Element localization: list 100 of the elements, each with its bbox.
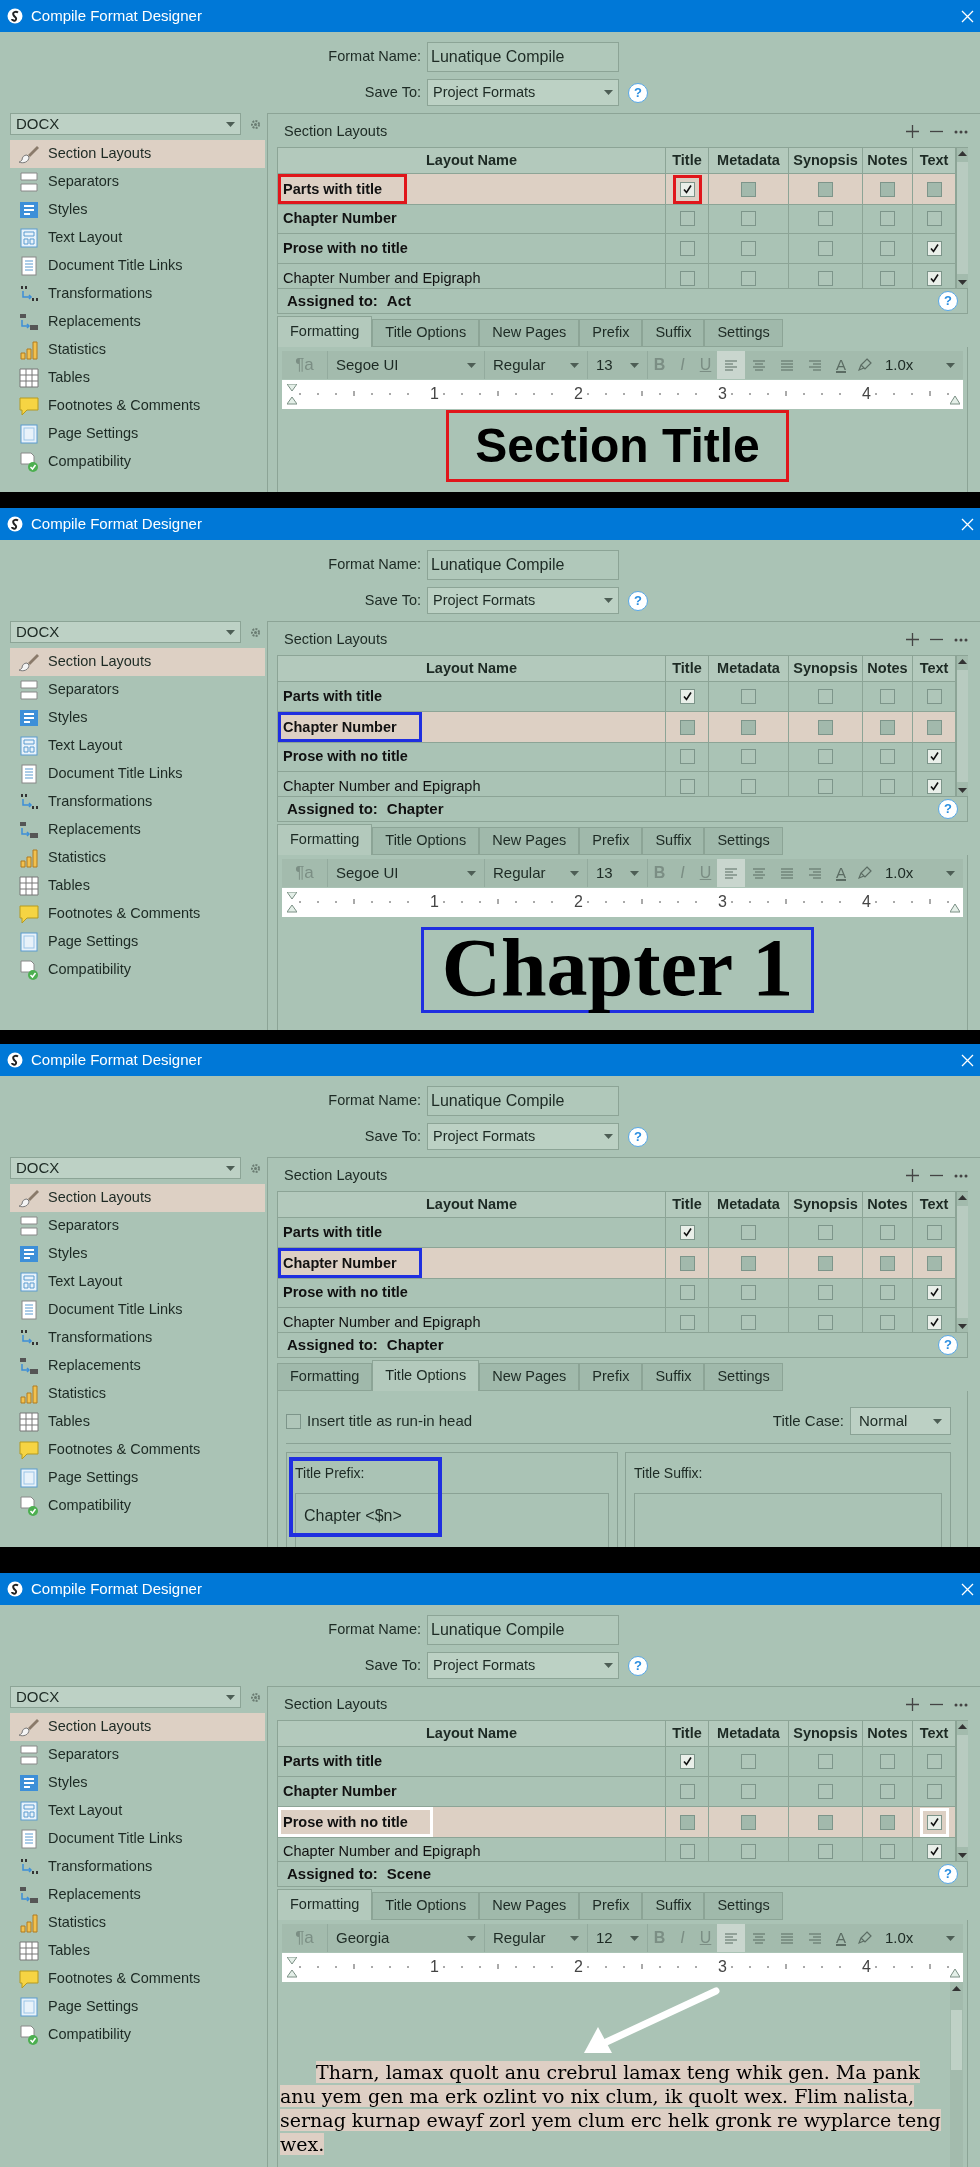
sidebar-item[interactable]: Section Layouts [10,140,265,168]
format-name-field[interactable]: Lunatique Compile [427,1086,619,1116]
sidebar-item[interactable]: Replacements [10,816,265,844]
align-left-button[interactable] [717,859,745,887]
checkbox[interactable] [818,1844,833,1859]
save-to-dropdown[interactable]: Project Formats [427,79,619,106]
checkbox[interactable] [926,211,942,226]
sidebar-item[interactable]: Tables [10,364,265,392]
settings-icon[interactable] [249,117,262,131]
checkbox[interactable] [741,749,756,764]
checkbox[interactable] [741,1844,756,1859]
checkbox[interactable] [818,271,833,286]
checkbox[interactable] [741,689,756,704]
indent-marker-icon[interactable] [287,892,297,913]
checkbox[interactable] [679,211,695,226]
more-icon[interactable] [954,637,968,642]
sidebar-item[interactable]: Statistics [10,844,265,872]
checkbox[interactable] [741,181,756,197]
sidebar-item[interactable]: Document Title Links [10,1296,265,1324]
checkbox[interactable] [679,1225,695,1240]
tab[interactable]: New Pages [479,319,580,347]
title-case-dropdown[interactable]: Normal [850,1407,951,1435]
tab[interactable]: Formatting [277,824,373,855]
sidebar-item[interactable]: Replacements [10,1881,265,1909]
tab[interactable]: Formatting [277,1889,373,1920]
layout-row[interactable]: Prose with no title [278,742,956,772]
checkbox[interactable] [818,1255,833,1271]
sidebar-item[interactable]: Statistics [10,1909,265,1937]
tab[interactable]: Prefix [579,1363,643,1391]
checkbox[interactable] [741,241,756,256]
settings-icon[interactable] [249,625,262,639]
scrollbar[interactable] [950,1982,963,2167]
checkbox[interactable] [926,719,942,735]
checkbox[interactable] [926,271,942,286]
settings-icon[interactable] [249,1161,262,1175]
help-button[interactable]: ? [628,1126,648,1147]
format-dropdown[interactable]: DOCX [10,621,241,643]
checkbox[interactable] [926,1285,942,1300]
checkbox[interactable] [818,1285,833,1300]
checkbox[interactable] [741,719,756,735]
checkbox[interactable] [679,271,695,286]
close-icon[interactable] [961,1053,974,1067]
checkbox[interactable] [926,1844,942,1859]
checkbox[interactable] [880,211,895,226]
checkbox[interactable] [926,1315,942,1330]
checkbox[interactable] [926,1814,942,1830]
tab[interactable]: New Pages [479,1363,580,1391]
tab[interactable]: Title Options [372,319,480,347]
close-icon[interactable] [961,9,974,23]
checkbox[interactable] [880,181,895,197]
sidebar-item[interactable]: Text Layout [10,1797,265,1825]
checkbox[interactable] [741,211,756,226]
format-dropdown[interactable]: DOCX [10,1157,241,1179]
tab[interactable]: Suffix [642,319,705,347]
more-icon[interactable] [954,1702,968,1707]
size-dropdown[interactable]: 13 [588,859,648,887]
checkbox[interactable] [880,1255,895,1271]
checkbox[interactable] [741,1315,756,1330]
checkbox[interactable] [880,1844,895,1859]
checkbox[interactable] [880,1754,895,1769]
font-dropdown[interactable]: Segoe UI [328,859,485,887]
checkbox[interactable] [926,181,942,197]
checkbox[interactable] [741,779,756,794]
sidebar-item[interactable]: Section Layouts [10,648,265,676]
checkbox[interactable] [818,211,833,226]
checkbox[interactable] [926,749,942,764]
help-button[interactable]: ? [938,1864,958,1884]
weight-dropdown[interactable]: Regular [485,351,588,379]
format-name-field[interactable]: Lunatique Compile [427,1615,619,1645]
checkbox[interactable] [679,749,695,764]
tab[interactable]: Prefix [579,1892,643,1920]
checkbox[interactable] [741,1784,756,1799]
sidebar-item[interactable]: Tables [10,872,265,900]
sidebar-item[interactable]: Separators [10,676,265,704]
scrollbar[interactable] [956,656,968,796]
format-name-field[interactable]: Lunatique Compile [427,550,619,580]
sidebar-item[interactable]: Styles [10,1240,265,1268]
sidebar-item[interactable]: Styles [10,704,265,732]
checkbox[interactable] [741,1285,756,1300]
sidebar-item[interactable]: Compatibility [10,448,265,476]
tab[interactable]: Settings [704,827,783,855]
format-dropdown[interactable]: DOCX [10,113,241,135]
highlighter-icon[interactable] [858,866,872,880]
help-button[interactable]: ? [938,1335,958,1355]
layout-row[interactable]: Chapter Number and Epigraph [278,1308,956,1332]
checkbox[interactable] [679,1315,695,1330]
weight-dropdown[interactable]: Regular [485,859,588,887]
right-margin-marker-icon[interactable] [950,396,960,405]
scrollbar[interactable] [956,1721,968,1861]
tab[interactable]: Suffix [642,827,705,855]
sidebar-item[interactable]: Footnotes & Comments [10,392,265,420]
checkbox[interactable] [679,241,695,256]
font-dropdown[interactable]: Segoe UI [328,351,485,379]
line-spacing-dropdown[interactable]: 1.0x [877,1924,963,1952]
checkbox[interactable] [818,1754,833,1769]
line-spacing-dropdown[interactable]: 1.0x [877,859,963,887]
save-to-dropdown[interactable]: Project Formats [427,1652,619,1679]
sidebar-item[interactable]: Section Layouts [10,1184,265,1212]
checkbox[interactable] [818,1784,833,1799]
sidebar-item[interactable]: Document Title Links [10,1825,265,1853]
